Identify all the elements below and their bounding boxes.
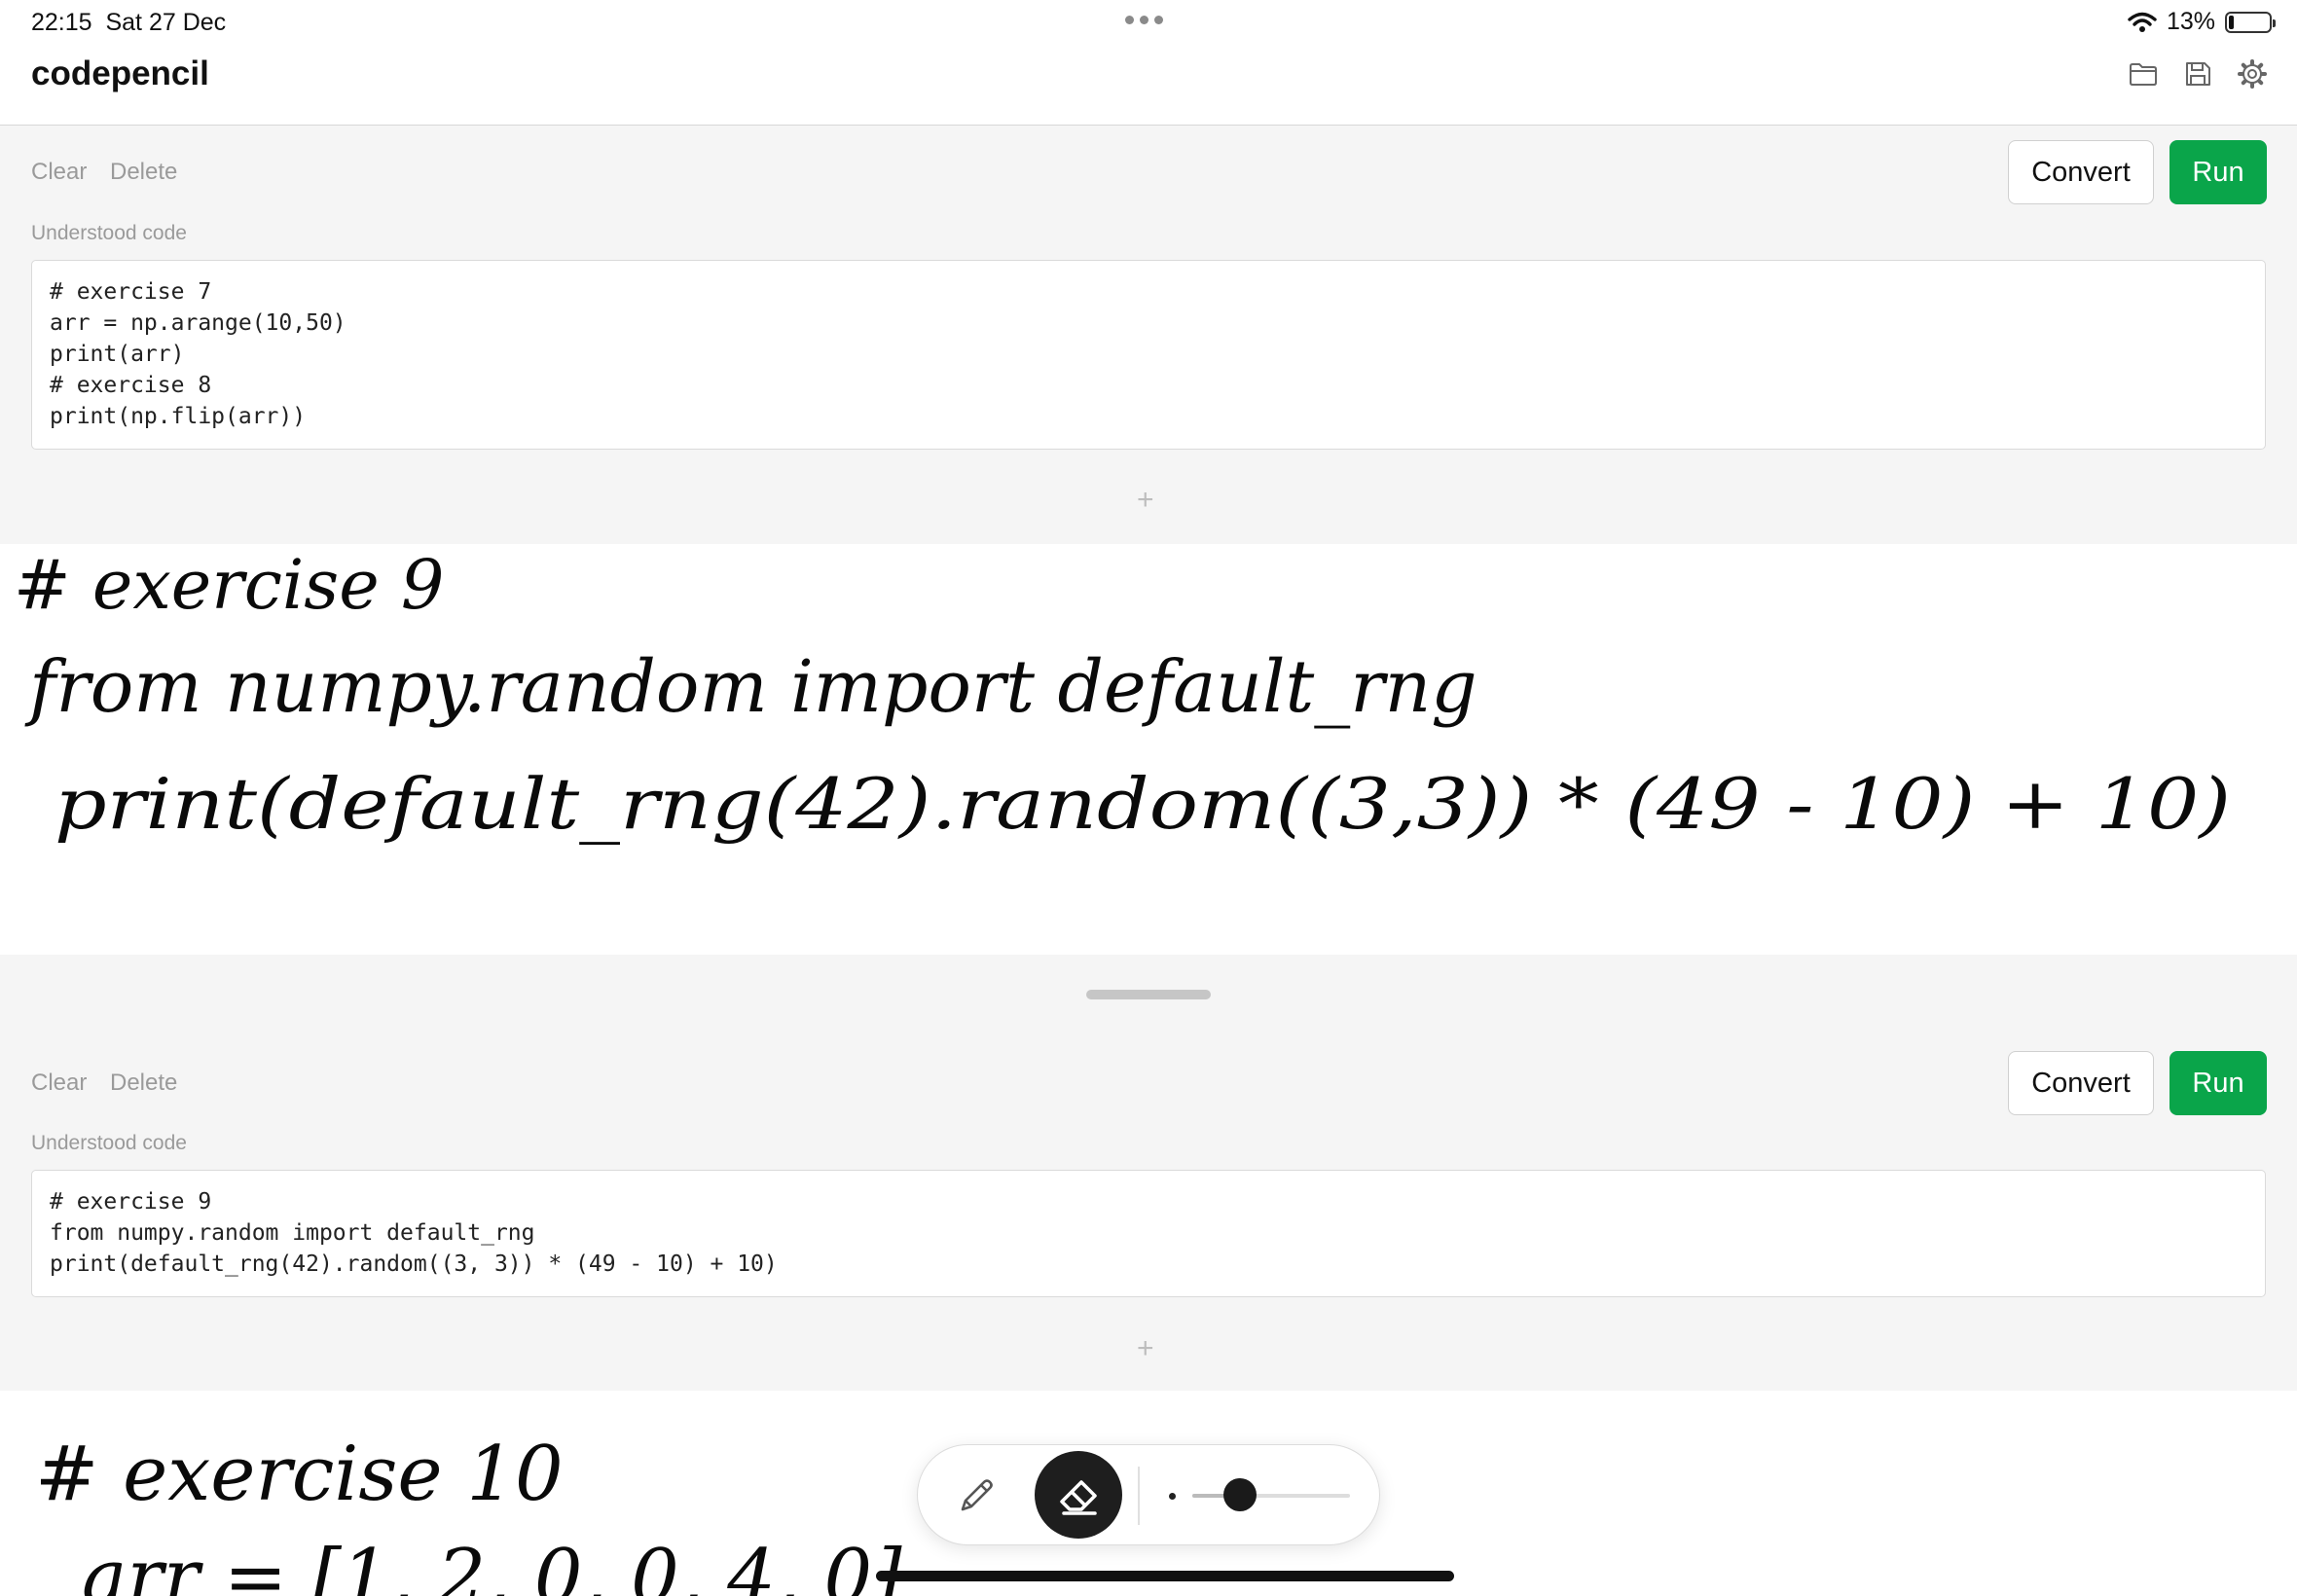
ink-line: from numpy.random import default_rng xyxy=(24,645,1477,729)
gear-icon[interactable] xyxy=(2237,58,2268,90)
battery-icon xyxy=(2225,11,2276,33)
save-icon[interactable] xyxy=(2182,58,2213,90)
header-actions xyxy=(2128,58,2268,90)
clear-button[interactable]: Clear xyxy=(31,1070,87,1097)
delete-button[interactable]: Delete xyxy=(110,1070,177,1097)
code-cell-1: Clear Delete Convert Run Understood code… xyxy=(0,126,2297,544)
dot-2 xyxy=(1140,16,1148,24)
run-button[interactable]: Run xyxy=(2169,140,2267,204)
clear-button[interactable]: Clear xyxy=(31,159,87,186)
status-bar: 22:15 Sat 27 Dec 13% xyxy=(0,0,2297,47)
understood-code-box[interactable]: # exercise 9 from numpy.random import de… xyxy=(31,1170,2266,1297)
add-cell-button[interactable]: + xyxy=(1137,1332,1154,1365)
code-line: # exercise 7 xyxy=(50,279,212,305)
dot-3 xyxy=(1154,16,1163,24)
pencil-icon[interactable] xyxy=(955,1474,998,1517)
stroke-size-slider[interactable] xyxy=(1192,1494,1350,1498)
battery-percent: 13% xyxy=(2166,8,2215,35)
status-time: 22:15 Sat 27 Dec xyxy=(31,9,227,36)
status-right: 13% xyxy=(2128,8,2276,36)
code-line: print(arr) xyxy=(50,342,185,367)
multitasking-dots[interactable] xyxy=(1125,16,1163,24)
ink-line: arr = [1, 2, 0, 0, 4, 0] xyxy=(82,1534,902,1596)
code-line: arr = np.arange(10,50) xyxy=(50,310,346,336)
code-line: # exercise 9 xyxy=(50,1189,212,1215)
dot-1 xyxy=(1125,16,1134,24)
convert-button[interactable]: Convert xyxy=(2008,1051,2154,1115)
eraser-icon xyxy=(1060,1480,1097,1515)
small-size-icon xyxy=(1169,1493,1176,1500)
wifi-icon xyxy=(2128,12,2157,32)
understood-code-box[interactable]: # exercise 7 arr = np.arange(10,50) prin… xyxy=(31,260,2266,450)
eraser-button[interactable] xyxy=(1035,1451,1122,1539)
code-line: print(np.flip(arr)) xyxy=(50,404,307,429)
battery-level xyxy=(2229,15,2234,29)
tool-palette xyxy=(917,1444,1380,1545)
code-line: from numpy.random import default_rng xyxy=(50,1220,535,1246)
code-line: # exercise 8 xyxy=(50,373,212,398)
code-line: print(default_rng(42).random((3, 3)) * (… xyxy=(50,1251,778,1277)
app-header: codepencil xyxy=(0,47,2297,126)
handwriting-canvas-1[interactable]: # exercise 9 from numpy.random import de… xyxy=(0,544,2297,955)
home-indicator[interactable] xyxy=(876,1571,1454,1581)
code-cell-2: Clear Delete Convert Run Understood code… xyxy=(0,1021,2297,1391)
drag-handle[interactable] xyxy=(1086,990,1211,999)
understood-code-label: Understood code xyxy=(31,1132,187,1154)
convert-button[interactable]: Convert xyxy=(2008,140,2154,204)
ink-line: print(default_rng(42).random((3,3)) * (4… xyxy=(55,763,2231,845)
ink-line: # exercise 9 xyxy=(14,545,444,625)
ink-line: # exercise 10 xyxy=(35,1431,564,1518)
understood-code-label: Understood code xyxy=(31,222,187,244)
add-cell-button[interactable]: + xyxy=(1137,484,1154,517)
app-title: codepencil xyxy=(31,54,209,92)
splitter xyxy=(0,955,2297,1021)
run-button[interactable]: Run xyxy=(2169,1051,2267,1115)
folder-icon[interactable] xyxy=(2128,58,2159,90)
handwriting-strokes-1: # exercise 9 from numpy.random import de… xyxy=(14,545,2231,845)
delete-button[interactable]: Delete xyxy=(110,159,177,186)
stroke-size-thumb[interactable] xyxy=(1223,1478,1257,1511)
palette-divider xyxy=(1138,1467,1140,1525)
